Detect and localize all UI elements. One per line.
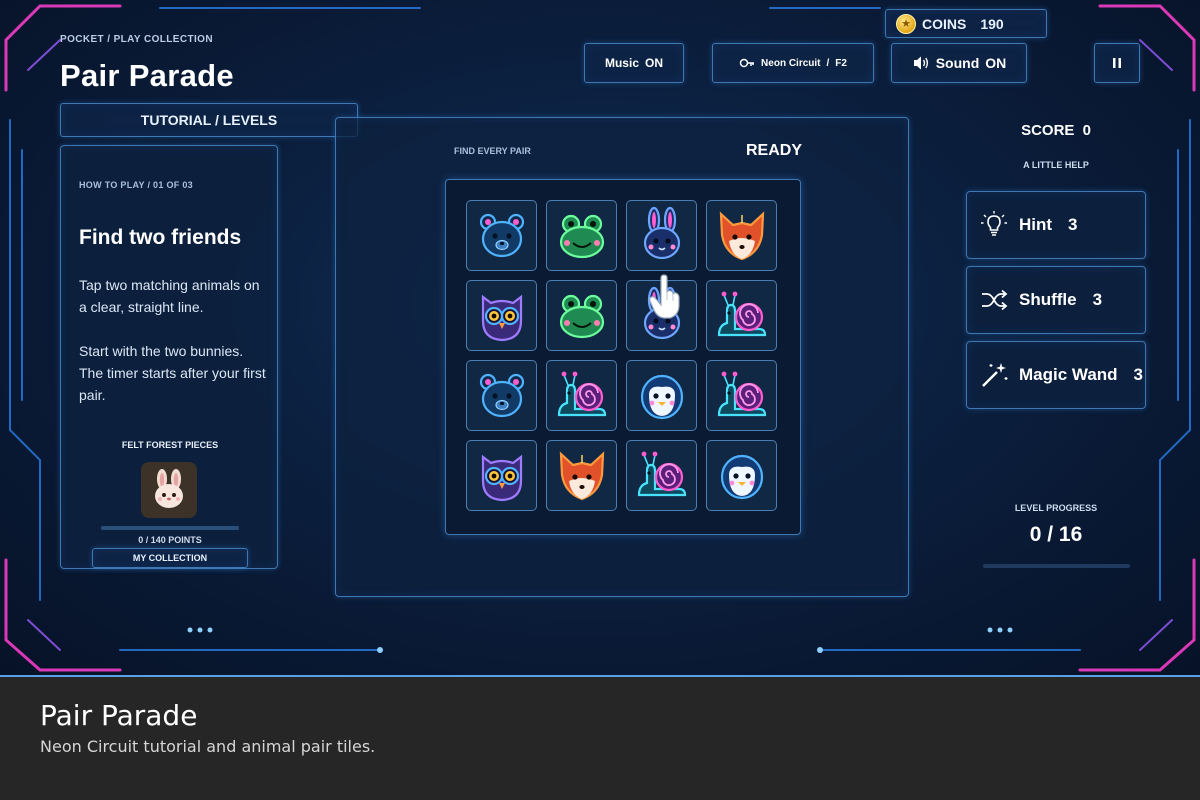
music-state: ON bbox=[645, 56, 663, 70]
coins-counter: ★ COINS 190 bbox=[885, 9, 1047, 38]
magic-wand-icon bbox=[982, 363, 1008, 387]
find-pairs-label: FIND EVERY PAIR bbox=[454, 146, 531, 156]
speaker-icon bbox=[913, 56, 928, 70]
tutorial-step: HOW TO PLAY / 01 OF 03 bbox=[79, 180, 193, 190]
snail-icon bbox=[637, 451, 686, 496]
tile-penguin[interactable] bbox=[706, 440, 777, 511]
fox-icon bbox=[719, 210, 764, 260]
theme-separator: / bbox=[826, 57, 830, 69]
hint-count: 3 bbox=[1068, 215, 1078, 234]
shuffle-icon bbox=[982, 289, 1008, 311]
shuffle-count: 3 bbox=[1092, 290, 1103, 309]
my-collection-button[interactable]: MY COLLECTION bbox=[92, 548, 248, 568]
level-progress-value: 0 / 16 bbox=[1029, 523, 1083, 546]
bunny-icon bbox=[643, 206, 680, 259]
tile-frog[interactable] bbox=[546, 200, 617, 271]
hint-button[interactable]: Hint 3 bbox=[966, 191, 1146, 259]
score-value: 0 bbox=[1082, 122, 1091, 139]
sound-toggle-button[interactable]: Sound ON bbox=[891, 43, 1027, 83]
caption-bar: Pair Parade Neon Circuit tutorial and an… bbox=[0, 675, 1200, 800]
felt-bunny-icon bbox=[155, 469, 183, 508]
tutorial-levels-tab[interactable]: TUTORIAL / LEVELS bbox=[60, 103, 358, 137]
penguin-icon bbox=[640, 374, 683, 419]
tutorial-hint-text: Start with the two bunnies. The timer st… bbox=[79, 343, 266, 403]
page-title: Pair Parade bbox=[60, 58, 234, 93]
points-progress-bar bbox=[101, 526, 239, 530]
tile-snail[interactable] bbox=[706, 360, 777, 431]
tile-bunny[interactable] bbox=[626, 200, 697, 271]
snail-icon bbox=[717, 371, 766, 416]
tile-owl[interactable] bbox=[466, 440, 537, 511]
score-display: SCORE 0 bbox=[965, 122, 1147, 139]
level-progress-bar bbox=[983, 564, 1130, 568]
tutorial-title: Find two friends bbox=[79, 226, 242, 249]
sound-state: ON bbox=[985, 55, 1007, 71]
coin-star-icon: ★ bbox=[896, 13, 916, 34]
theme-select-button[interactable]: Neon Circuit / F2 bbox=[712, 43, 874, 83]
tutorial-instruction: Tap two matching animals on a clear, str… bbox=[79, 277, 260, 315]
owl-icon bbox=[481, 294, 522, 341]
tile-snail[interactable] bbox=[626, 440, 697, 511]
owl-icon bbox=[481, 454, 522, 501]
tile-snail[interactable] bbox=[546, 360, 617, 431]
key-icon bbox=[739, 58, 755, 68]
caption-subtitle: Neon Circuit tutorial and animal pair ti… bbox=[40, 737, 376, 756]
coins-value: 190 bbox=[980, 15, 1004, 32]
lightbulb-icon bbox=[981, 211, 1007, 236]
game-screen: POCKET / PLAY COLLECTION Pair Parade ★ C… bbox=[0, 0, 1200, 675]
felt-bunny-piece bbox=[141, 462, 197, 518]
tile-snail[interactable] bbox=[706, 280, 777, 351]
sound-label: Sound bbox=[935, 55, 980, 71]
music-toggle-button[interactable]: Music ON bbox=[584, 43, 684, 83]
tile-bear[interactable] bbox=[466, 360, 537, 431]
hint-label: Hint bbox=[1019, 215, 1053, 234]
shuffle-label: Shuffle bbox=[1019, 290, 1077, 309]
magic-wand-count: 3 bbox=[1133, 365, 1144, 384]
magic-wand-button[interactable]: Magic Wand 3 bbox=[966, 341, 1146, 409]
caption-title: Pair Parade bbox=[40, 699, 198, 732]
bear-icon bbox=[479, 213, 524, 257]
help-label: A LITTLE HELP bbox=[1023, 160, 1089, 170]
tile-grid bbox=[445, 179, 801, 535]
status-label: READY bbox=[746, 142, 803, 159]
tile-bunny[interactable] bbox=[626, 280, 697, 351]
bear-icon bbox=[479, 373, 524, 417]
points-text: 0 / 140 POINTS bbox=[138, 535, 202, 545]
frog-icon bbox=[559, 214, 604, 258]
snail-icon bbox=[717, 291, 766, 336]
shuffle-button[interactable]: Shuffle 3 bbox=[966, 266, 1146, 334]
tile-bear[interactable] bbox=[466, 200, 537, 271]
magic-wand-label: Magic Wand bbox=[1019, 365, 1118, 384]
tile-owl[interactable] bbox=[466, 280, 537, 351]
theme-level: F2 bbox=[835, 57, 847, 69]
fox-icon bbox=[559, 450, 604, 500]
penguin-icon bbox=[720, 454, 763, 499]
pause-button[interactable] bbox=[1094, 43, 1140, 83]
tile-fox[interactable] bbox=[546, 440, 617, 511]
board-panel: FIND EVERY PAIR READY bbox=[335, 117, 909, 597]
tile-frog[interactable] bbox=[546, 280, 617, 351]
coins-label: COINS bbox=[922, 15, 967, 32]
snail-icon bbox=[557, 371, 606, 416]
theme-name: Neon Circuit bbox=[761, 57, 821, 69]
level-progress-label: LEVEL PROGRESS bbox=[1014, 503, 1098, 513]
tile-penguin[interactable] bbox=[626, 360, 697, 431]
frog-icon bbox=[559, 294, 604, 338]
pause-icon bbox=[1113, 58, 1121, 68]
pieces-label: FELT FOREST PIECES bbox=[121, 440, 219, 450]
bunny-icon bbox=[643, 286, 680, 339]
breadcrumb: POCKET / PLAY COLLECTION bbox=[60, 34, 213, 45]
tile-fox[interactable] bbox=[706, 200, 777, 271]
tutorial-panel: HOW TO PLAY / 01 OF 03 Find two friends … bbox=[60, 145, 278, 569]
music-label: Music bbox=[604, 56, 639, 70]
score-label: SCORE bbox=[1021, 122, 1075, 139]
